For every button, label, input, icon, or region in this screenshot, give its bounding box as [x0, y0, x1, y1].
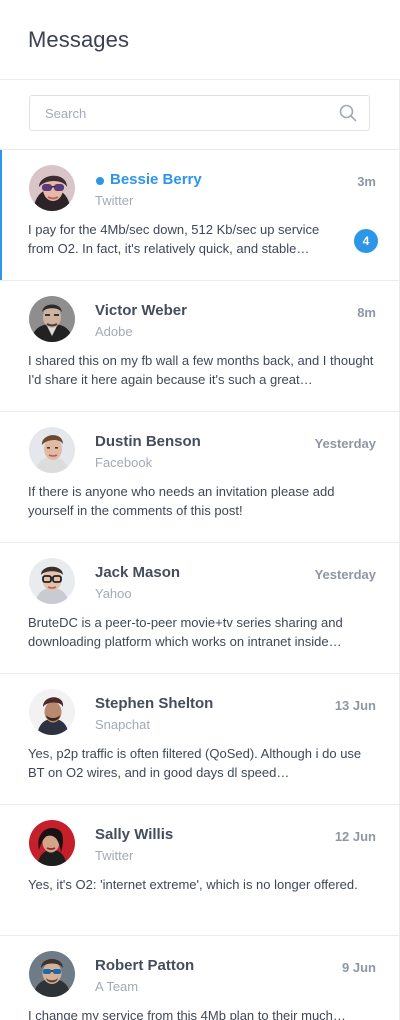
message-preview: I pay for the 4Mb/sec down, 512 Kb/sec u… [28, 222, 320, 256]
sender-source: Twitter [95, 193, 134, 208]
sender-name: Dustin Benson [95, 433, 201, 450]
sender-source: A Team [95, 979, 139, 994]
page-title: Messages [28, 26, 130, 52]
message-preview: If there is anyone who needs an invitati… [28, 484, 335, 518]
message-time: 12 Jun [334, 829, 376, 844]
message-time: 8m [357, 305, 376, 320]
message-time: 13 Jun [334, 698, 376, 713]
message-item[interactable]: Bessie Berry Twitter 3m I pay for the 4M… [0, 150, 400, 281]
avatar [29, 689, 75, 735]
message-time: 3m [357, 174, 376, 189]
header: Messages [0, 0, 400, 80]
online-status-dot [96, 177, 104, 185]
avatar [29, 165, 75, 211]
message-preview: Yes, p2p traffic is often filtered (QoSe… [28, 746, 362, 780]
sender-name: Victor Weber [95, 302, 187, 319]
avatar [29, 558, 75, 604]
sender-source: Adobe [95, 324, 133, 339]
avatar [29, 296, 75, 342]
message-item[interactable]: Robert Patton A Team 9 Jun I change my s… [0, 936, 400, 1020]
avatar [29, 820, 75, 866]
search-box[interactable] [29, 95, 370, 131]
search-input[interactable] [43, 104, 317, 122]
message-time: 9 Jun [342, 960, 376, 975]
avatar [29, 427, 75, 473]
message-item[interactable]: Dustin Benson Facebook Yesterday If ther… [0, 412, 400, 543]
message-time: Yesterday [314, 436, 376, 451]
message-item[interactable]: Jack Mason Yahoo Yesterday BruteDC is a … [0, 543, 400, 674]
message-item[interactable]: Victor Weber Adobe 8m I shared this on m… [0, 281, 400, 412]
message-preview: I shared this on my fb wall a few months… [28, 353, 374, 387]
message-preview: I change my service from this 4Mb plan t… [28, 1008, 346, 1020]
message-item[interactable]: Stephen Shelton Snapchat 13 Jun Yes, p2p… [0, 674, 400, 805]
message-preview: BruteDC is a peer-to-peer movie+tv serie… [28, 615, 343, 649]
search-icon[interactable] [339, 104, 357, 122]
message-time: Yesterday [314, 567, 376, 582]
unread-badge: 4 [354, 229, 378, 253]
message-list: Bessie Berry Twitter 3m I pay for the 4M… [0, 150, 400, 1020]
sender-name: Jack Mason [95, 564, 181, 581]
sender-name: Bessie Berry [110, 171, 202, 188]
message-item[interactable]: Sally Willis Twitter 12 Jun Yes, it's O2… [0, 805, 400, 936]
sender-source: Yahoo [95, 586, 132, 601]
search-bar [0, 80, 400, 150]
message-preview: Yes, it's O2: 'internet extreme', which … [28, 877, 358, 892]
sender-source: Snapchat [95, 717, 150, 732]
sender-source: Facebook [95, 455, 153, 470]
avatar [29, 951, 75, 997]
sender-source: Twitter [95, 848, 134, 863]
sender-name: Sally Willis [95, 826, 174, 843]
messages-panel: Messages Search Bessie Berry Twitter 3m … [0, 0, 400, 1020]
sender-name: Stephen Shelton [95, 695, 214, 712]
sender-name: Robert Patton [95, 957, 195, 974]
